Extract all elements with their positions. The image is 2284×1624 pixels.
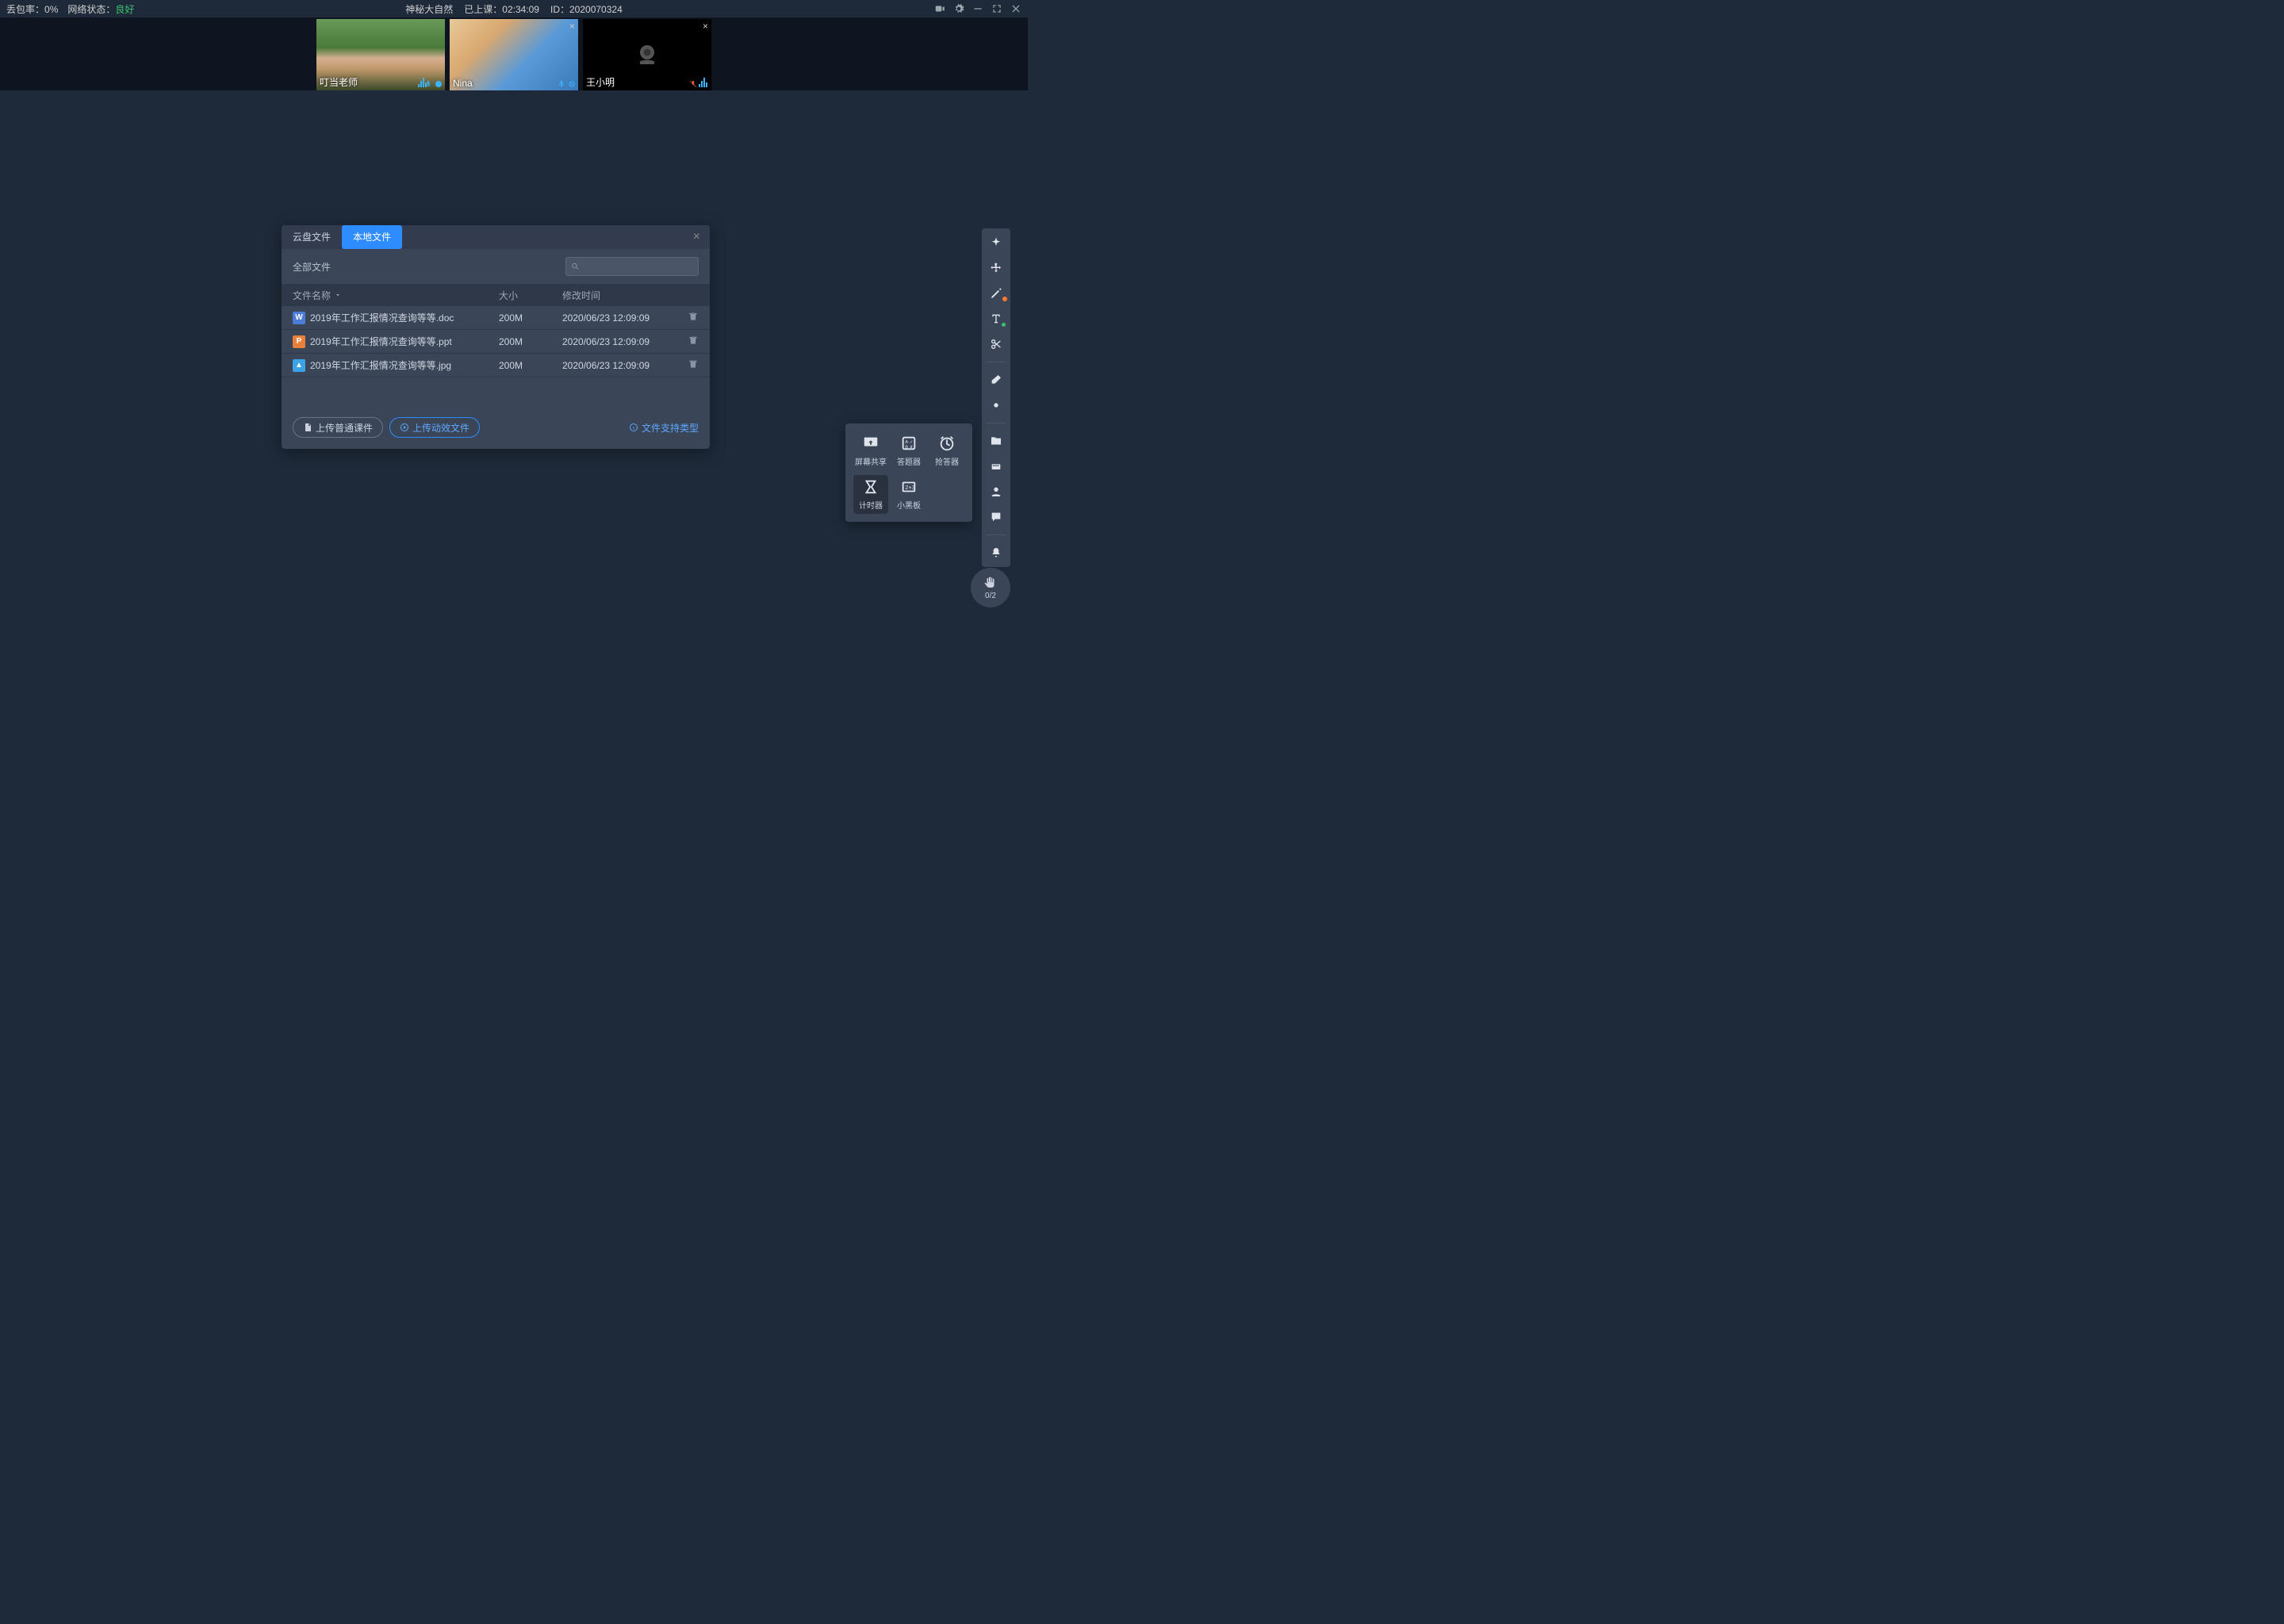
camera-icon (434, 79, 443, 89)
users-tool[interactable] (985, 482, 1007, 501)
video-tile-participant-off[interactable]: × 王小明 (583, 19, 711, 90)
search-input[interactable] (583, 261, 693, 272)
file-size: 200M (499, 360, 562, 371)
svg-text:A: A (905, 440, 908, 445)
svg-text:✓: ✓ (910, 440, 914, 445)
upload-normal-button[interactable]: 上传普通课件 (293, 417, 383, 438)
pen-tool[interactable] (985, 284, 1007, 303)
search-icon (571, 262, 580, 271)
file-size: 200M (499, 312, 562, 324)
laser-pointer-tool[interactable] (985, 233, 1007, 252)
supported-types-link[interactable]: 文件支持类型 (629, 421, 699, 435)
minimize-icon[interactable] (972, 3, 983, 14)
tab-cloud-files[interactable]: 云盘文件 (282, 225, 342, 249)
file-row[interactable]: P 2019年工作汇报情况查询等等.ppt 200M 2020/06/23 12:… (282, 330, 710, 354)
file-name: 2019年工作汇报情况查询等等.ppt (310, 335, 452, 348)
tool-screen-share[interactable]: 屏幕共享 (853, 431, 888, 470)
tile-close-icon[interactable]: × (703, 21, 708, 32)
svg-text:✗: ✗ (910, 444, 914, 450)
file-icon (303, 423, 312, 432)
session-id: ID：2020070324 (550, 2, 623, 16)
camera-icon (567, 79, 577, 89)
bell-tool[interactable] (985, 543, 1007, 562)
hdr-size[interactable]: 大小 (499, 289, 562, 302)
right-toolbar (982, 228, 1010, 567)
image-icon: ▲ (293, 359, 305, 372)
tool-mini-board[interactable]: 2+3 小黑板 (891, 475, 926, 514)
file-row[interactable]: ▲ 2019年工作汇报情况查询等等.jpg 200M 2020/06/23 12:… (282, 354, 710, 377)
file-name: 2019年工作汇报情况查询等等.doc (310, 311, 454, 324)
tool-timer[interactable]: 计时器 (853, 475, 888, 514)
dialog-close-icon[interactable]: × (684, 230, 710, 244)
course-name: 神秘大自然 (405, 2, 453, 16)
doc-icon: W (293, 312, 305, 324)
delete-icon[interactable] (688, 335, 699, 346)
audio-level-icon (699, 76, 708, 87)
apps-tool[interactable] (985, 457, 1007, 476)
hdr-time[interactable]: 修改时间 (562, 289, 699, 302)
participant-name: 叮当老师 (320, 75, 358, 89)
video-participants-row: 叮当老师 × Nina × 王小明 (0, 17, 1028, 90)
delete-icon[interactable] (688, 311, 699, 322)
video-tile-participant[interactable]: × Nina (450, 19, 578, 90)
gear-icon[interactable] (953, 3, 964, 14)
scissors-tool[interactable] (985, 335, 1007, 354)
record-icon[interactable] (934, 3, 945, 14)
hdr-name[interactable]: 文件名称 (293, 289, 499, 302)
network-status: 网络状态：良好 (67, 2, 134, 16)
top-status-bar: 丢包率：0% 网络状态：良好 神秘大自然 已上课：02:34:09 ID：202… (0, 0, 1028, 17)
camera-off-icon (633, 40, 661, 69)
star-tool[interactable] (985, 396, 1007, 415)
sort-icon (334, 291, 342, 299)
ppt-icon: P (293, 335, 305, 348)
class-duration: 已上课：02:34:09 (464, 2, 539, 16)
close-icon[interactable] (1010, 3, 1021, 14)
move-tool[interactable] (985, 259, 1007, 278)
text-tool[interactable] (985, 309, 1007, 328)
upload-animated-button[interactable]: 上传动效文件 (389, 417, 480, 438)
file-row[interactable]: W 2019年工作汇报情况查询等等.doc 200M 2020/06/23 12:… (282, 306, 710, 330)
tool-quiz[interactable]: A✓B✗ 答题器 (891, 431, 926, 470)
folder-tool[interactable] (985, 431, 1007, 450)
raise-hand-button[interactable]: 0/2 (971, 568, 1010, 607)
delete-icon[interactable] (688, 358, 699, 370)
file-name: 2019年工作汇报情况查询等等.jpg (310, 358, 451, 372)
file-picker-dialog: 云盘文件 本地文件 × 全部文件 文件名称 大小 修改时间 W 2019年工作汇报… (282, 225, 710, 449)
participant-name: Nina (453, 78, 473, 89)
svg-text:B: B (905, 445, 908, 450)
search-input-wrap[interactable] (565, 257, 699, 276)
eraser-tool[interactable] (985, 370, 1007, 389)
info-icon (629, 423, 638, 432)
participant-name: 王小明 (586, 75, 615, 89)
file-size: 200M (499, 336, 562, 347)
breadcrumb-all-files[interactable]: 全部文件 (293, 260, 331, 274)
svg-text:2+3: 2+3 (905, 484, 914, 491)
mic-muted-icon (689, 79, 697, 89)
mic-icon (424, 79, 432, 89)
tools-popup: 屏幕共享 A✓B✗ 答题器 抢答器 计时器 2+3 小黑板 (845, 423, 972, 522)
mic-icon (558, 79, 565, 89)
play-icon (400, 423, 409, 432)
hand-icon (983, 576, 998, 590)
file-time: 2020/06/23 12:09:09 (562, 360, 670, 371)
file-time: 2020/06/23 12:09:09 (562, 336, 670, 347)
tab-local-files[interactable]: 本地文件 (342, 225, 402, 249)
file-time: 2020/06/23 12:09:09 (562, 312, 670, 324)
file-list-header: 文件名称 大小 修改时间 (282, 284, 710, 306)
tile-close-icon[interactable]: × (569, 21, 575, 32)
video-tile-host[interactable]: 叮当老师 (316, 19, 445, 90)
hand-count: 0/2 (985, 592, 996, 600)
maximize-icon[interactable] (991, 3, 1002, 14)
chat-tool[interactable] (985, 508, 1007, 527)
packet-loss: 丢包率：0% (6, 2, 58, 16)
tool-buzzer[interactable]: 抢答器 (929, 431, 964, 470)
